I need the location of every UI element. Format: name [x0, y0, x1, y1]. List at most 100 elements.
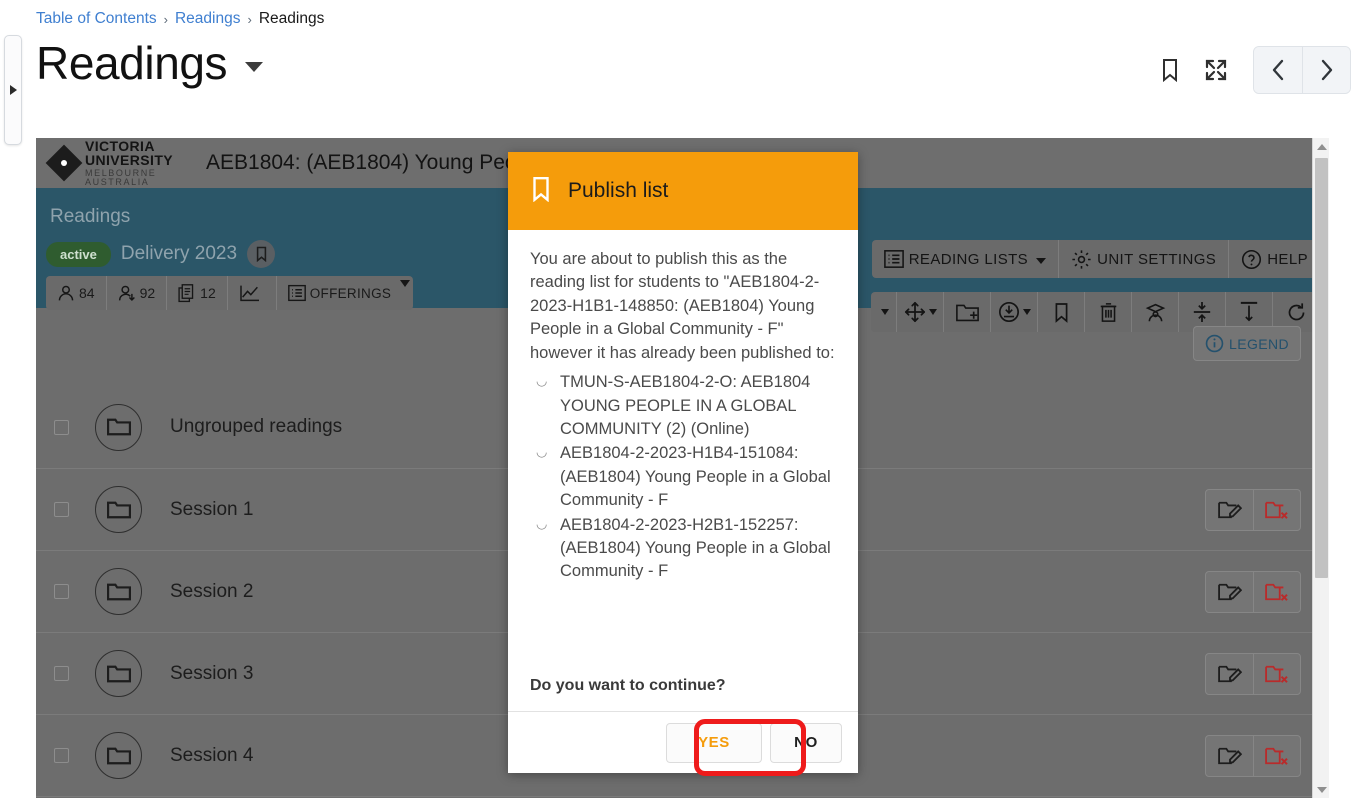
folder-edit-icon[interactable] [1206, 736, 1253, 776]
user-icon [58, 285, 74, 301]
dialog-confirm-question: Do you want to continue? [530, 677, 726, 694]
row-title: Session 1 [170, 498, 254, 520]
diamond-logo-icon [45, 144, 83, 182]
pager [1253, 46, 1351, 94]
breadcrumb: Table of Contents › Readings › Readings [36, 10, 324, 28]
row-title: Ungrouped readings [170, 416, 343, 437]
documents-icon [178, 283, 194, 302]
victoria-university-logo: VICTORIA UNIVERSITY MELBOURNE AUSTRALIA [45, 138, 192, 187]
gear-icon [1072, 249, 1091, 269]
breadcrumb-separator: › [247, 11, 252, 27]
list-item: AEB1804-2-2023-H1B4-151084: (AEB1804) Yo… [536, 442, 836, 512]
legend-button[interactable]: LEGEND [1193, 326, 1301, 361]
chevron-down-icon[interactable] [245, 62, 264, 72]
breadcrumb-item-toc[interactable]: Table of Contents [36, 10, 157, 28]
frame-scrollbar[interactable] [1312, 138, 1329, 798]
folder-icon [95, 732, 142, 779]
dialog-footer: YES NO [508, 711, 858, 773]
chevron-down-icon [1036, 258, 1047, 264]
stat-value: OFFERINGS [309, 285, 392, 301]
row-checkbox[interactable] [54, 584, 69, 599]
row-actions [1205, 570, 1301, 613]
menu-label: READING LISTS [908, 250, 1029, 268]
folder-delete-icon[interactable] [1253, 735, 1300, 776]
folder-delete-icon[interactable] [1253, 653, 1300, 694]
stat-documents[interactable]: 12 [167, 276, 228, 310]
row-checkbox[interactable] [54, 666, 69, 681]
list-icon [287, 284, 306, 302]
stat-user-downloads[interactable]: 92 [107, 276, 168, 310]
row-actions [1205, 488, 1301, 531]
list-icon [883, 250, 904, 268]
bookmark-icon [530, 176, 552, 207]
menu-unit-settings[interactable]: UNIT SETTINGS [1059, 240, 1230, 278]
prev-page-button[interactable] [1254, 47, 1302, 93]
frame-menu-bar: READING LISTS UNIT SETTINGS HELP [871, 240, 1320, 278]
stat-value: 12 [200, 285, 216, 301]
chevron-down-icon[interactable] [400, 280, 411, 287]
folder-icon [95, 650, 142, 697]
top-actions [1147, 46, 1351, 94]
row-title: Session 2 [170, 580, 254, 602]
triangle-down-icon [1316, 786, 1327, 793]
user-download-icon [118, 285, 135, 301]
row-title: Session 4 [170, 744, 254, 766]
row-title: Session 3 [170, 662, 254, 684]
dialog-header: Publish list [508, 152, 858, 230]
folder-icon [95, 486, 142, 533]
breadcrumb-item-readings[interactable]: Readings [175, 10, 241, 28]
logo-line-3: MELBOURNE AUSTRALIA [85, 168, 157, 187]
logo-line-2: UNIVERSITY [85, 152, 174, 168]
bookmark-icon[interactable] [247, 240, 276, 268]
menu-label: UNIT SETTINGS [1097, 250, 1217, 268]
menu-help[interactable]: HELP [1229, 240, 1320, 278]
logo-line-1: VICTORIA [85, 138, 155, 154]
folder-edit-icon[interactable] [1206, 490, 1253, 530]
folder-icon [95, 403, 142, 451]
chart-line-icon [239, 285, 259, 302]
row-actions [1205, 734, 1301, 777]
scroll-up-button[interactable] [1313, 138, 1330, 155]
page-title-row: Readings [36, 40, 264, 86]
folder-edit-icon[interactable] [1206, 572, 1253, 612]
yes-button[interactable]: YES [666, 722, 762, 763]
stat-offerings[interactable]: OFFERINGS [277, 276, 413, 310]
no-button[interactable]: NO [770, 722, 842, 763]
scrollbar-thumb[interactable] [1315, 158, 1328, 578]
delivery-label: Delivery 2023 [120, 243, 238, 264]
folder-delete-icon[interactable] [1253, 489, 1300, 530]
row-checkbox[interactable] [54, 419, 69, 435]
stat-value: 92 [139, 285, 156, 301]
legend-label: LEGEND [1229, 335, 1289, 352]
row-checkbox[interactable] [54, 748, 69, 763]
dialog-message: You are about to publish this as the rea… [530, 250, 835, 362]
list-item: TMUN-S-AEB1804-2-O: AEB1804 YOUNG PEOPLE… [536, 371, 836, 441]
section-title: Readings [50, 206, 131, 227]
left-panel-expand-handle[interactable] [4, 35, 22, 145]
menu-reading-lists[interactable]: READING LISTS [872, 240, 1060, 278]
triangle-up-icon [1316, 143, 1327, 150]
stat-analytics[interactable] [228, 276, 277, 310]
next-page-button[interactable] [1302, 47, 1350, 93]
menu-label: HELP [1267, 250, 1308, 268]
row-actions [1205, 652, 1301, 695]
bookmark-icon[interactable] [1147, 47, 1193, 93]
publish-list-dialog: Publish list You are about to publish th… [508, 152, 858, 773]
table-row[interactable] [36, 796, 1329, 798]
row-checkbox[interactable] [54, 502, 69, 517]
list-meta-row: active Delivery 2023 [46, 240, 276, 268]
triangle-right-icon [9, 85, 17, 95]
dialog-body: You are about to publish this as the rea… [508, 230, 858, 677]
folder-delete-icon[interactable] [1253, 571, 1300, 612]
info-circle-icon [1205, 334, 1224, 353]
list-item: AEB1804-2-2023-H2B1-152257: (AEB1804) Yo… [536, 514, 836, 584]
fullscreen-icon[interactable] [1193, 47, 1239, 93]
stat-value: 84 [79, 285, 95, 301]
breadcrumb-item-current: Readings [258, 10, 325, 27]
published-targets-list: TMUN-S-AEB1804-2-O: AEB1804 YOUNG PEOPLE… [536, 371, 836, 584]
status-badge: active [46, 241, 111, 267]
scroll-down-button[interactable] [1313, 781, 1330, 798]
folder-edit-icon[interactable] [1206, 654, 1253, 694]
stat-users[interactable]: 84 [46, 276, 107, 310]
folder-icon [95, 568, 142, 615]
